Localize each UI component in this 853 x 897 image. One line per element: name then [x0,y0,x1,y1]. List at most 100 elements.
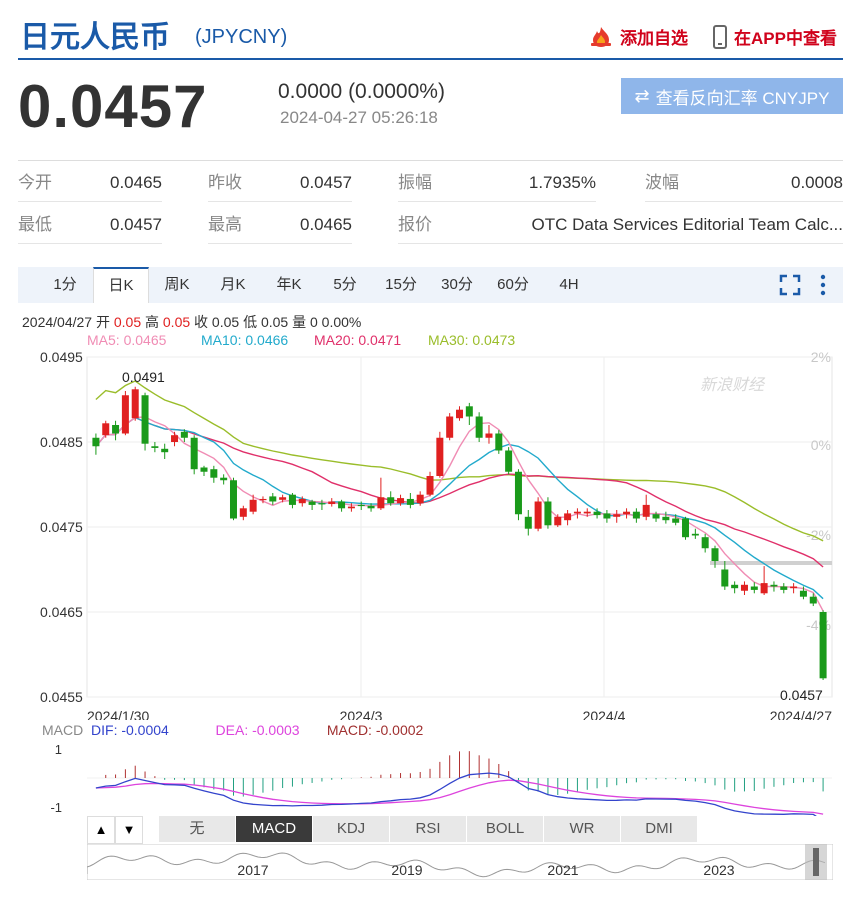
candle [662,516,670,521]
stat-value: 1.7935% [498,161,596,202]
indicator-dmi-button[interactable]: DMI [621,816,698,842]
scroll-down-button[interactable]: ▼ [115,816,143,844]
tab-15min[interactable]: 15分 [374,267,428,303]
low-annotation: 0.0457 [780,687,823,703]
candle [652,514,660,519]
indicator-macd-button[interactable]: MACD [236,816,313,842]
candle [711,548,719,561]
candle [583,511,591,514]
macd-axis-label: 1 [55,742,62,757]
candle [92,437,100,447]
candle [210,469,218,478]
fire-icon [591,26,611,47]
candle [259,498,267,501]
macd-value-legend: MACD: -0.0002 [326,722,424,738]
app-view-label: 在APP中查看 [734,29,837,48]
info-date: 2024/04/27 [22,314,93,330]
indicator-boll-button[interactable]: BOLL [467,816,544,842]
candle [544,501,552,526]
y-tick-label: 0.0495 [40,349,83,365]
macd-legend: MACD DIF: -0.0004 DEA: -0.0003 MACD: -0.… [42,722,423,738]
tab-yearly[interactable]: 年K [262,267,316,303]
candle [819,612,827,679]
candle [554,516,562,526]
candle [564,513,572,521]
candle [682,518,690,538]
tab-60min[interactable]: 60分 [486,267,540,303]
dif-legend: DIF: -0.0004 [91,722,169,738]
close-value: 0.05 [211,314,240,330]
candle [465,406,473,417]
page-title: 日元人民币 [20,21,170,54]
candle [731,584,739,589]
macd-axis-label: -1 [50,800,62,815]
candle [740,584,748,591]
add-watchlist-button[interactable]: 添加自选 [588,24,688,49]
stat-value: 0.0457 [298,161,352,202]
quote-timestamp: 2024-04-27 05:26:18 [280,108,438,127]
candle [357,504,365,507]
candle [200,467,208,472]
indicator-toolbar: ▲ ▼ 无 MACD KDJ RSI BOLL WR DMI [87,816,698,844]
candle [750,586,758,590]
dea-legend: DEA: -0.0003 [215,722,300,738]
candle [701,537,709,549]
tab-daily[interactable]: 日K [93,267,149,303]
candle [279,497,287,500]
candle [220,477,228,481]
indicator-none-button[interactable]: 无 [159,816,236,842]
tab-monthly[interactable]: 月K [206,267,260,303]
tab-5min[interactable]: 5分 [318,267,372,303]
candle [269,496,277,502]
candle [603,513,611,519]
range-navigator[interactable]: 2017 2019 2021 2023 [87,844,833,880]
candle [239,508,247,517]
indicator-kdj-button[interactable]: KDJ [313,816,390,842]
dif-line [95,772,817,816]
ticker-code: (JPYCNY) [195,26,288,48]
phone-icon [713,24,727,49]
tab-30min[interactable]: 30分 [430,267,484,303]
indicator-wr-button[interactable]: WR [544,816,621,842]
candle [387,497,395,504]
candle [171,435,179,442]
candle [623,511,631,515]
low-value: 0.05 [260,314,289,330]
stat-label: 波幅 [645,161,745,202]
candle [347,506,355,509]
ohlc-info-line: 2024/04/27 开 0.05 高 0.05 收 0.05 低 0.05 量… [22,312,361,332]
candle [328,501,336,505]
more-menu-icon[interactable] [816,272,830,298]
y-tick-label: 0.0465 [40,604,83,620]
candle [112,425,120,434]
candle [799,590,807,597]
tab-1min[interactable]: 1分 [38,267,92,303]
macd-name: MACD [42,722,84,738]
reverse-rate-button[interactable]: ⇄ 查看反向汇率 CNYJPY [621,78,843,114]
stat-label: 振幅 [398,161,498,202]
candle [308,501,316,505]
add-watchlist-label: 添加自选 [620,29,688,48]
candle [642,504,650,517]
y-tick-label: 0.0455 [40,689,83,705]
x-tick-label: 2024/1/30 [87,708,149,720]
candle [809,596,817,604]
y-tick-label: 0.0475 [40,519,83,535]
swap-icon: ⇄ [634,85,650,106]
tab-4h[interactable]: 4H [542,267,596,303]
candle [318,503,326,505]
candle [485,433,493,438]
candle [613,514,621,517]
navigator-year-label: 2017 [237,862,268,878]
fullscreen-icon[interactable] [778,273,802,297]
navigator-grip [813,848,819,876]
candlestick-chart[interactable]: 0.04950.04850.04750.04650.04552%0%-2%-4%… [0,345,853,720]
candle [426,476,434,495]
tab-weekly[interactable]: 周K [150,267,204,303]
app-view-link[interactable]: 在APP中查看 [712,24,837,49]
stat-label: 最低 [18,203,108,244]
indicator-rsi-button[interactable]: RSI [390,816,467,842]
scroll-up-button[interactable]: ▲ [87,816,115,844]
high-annotation: 0.0491 [122,369,165,385]
candle [121,395,129,434]
